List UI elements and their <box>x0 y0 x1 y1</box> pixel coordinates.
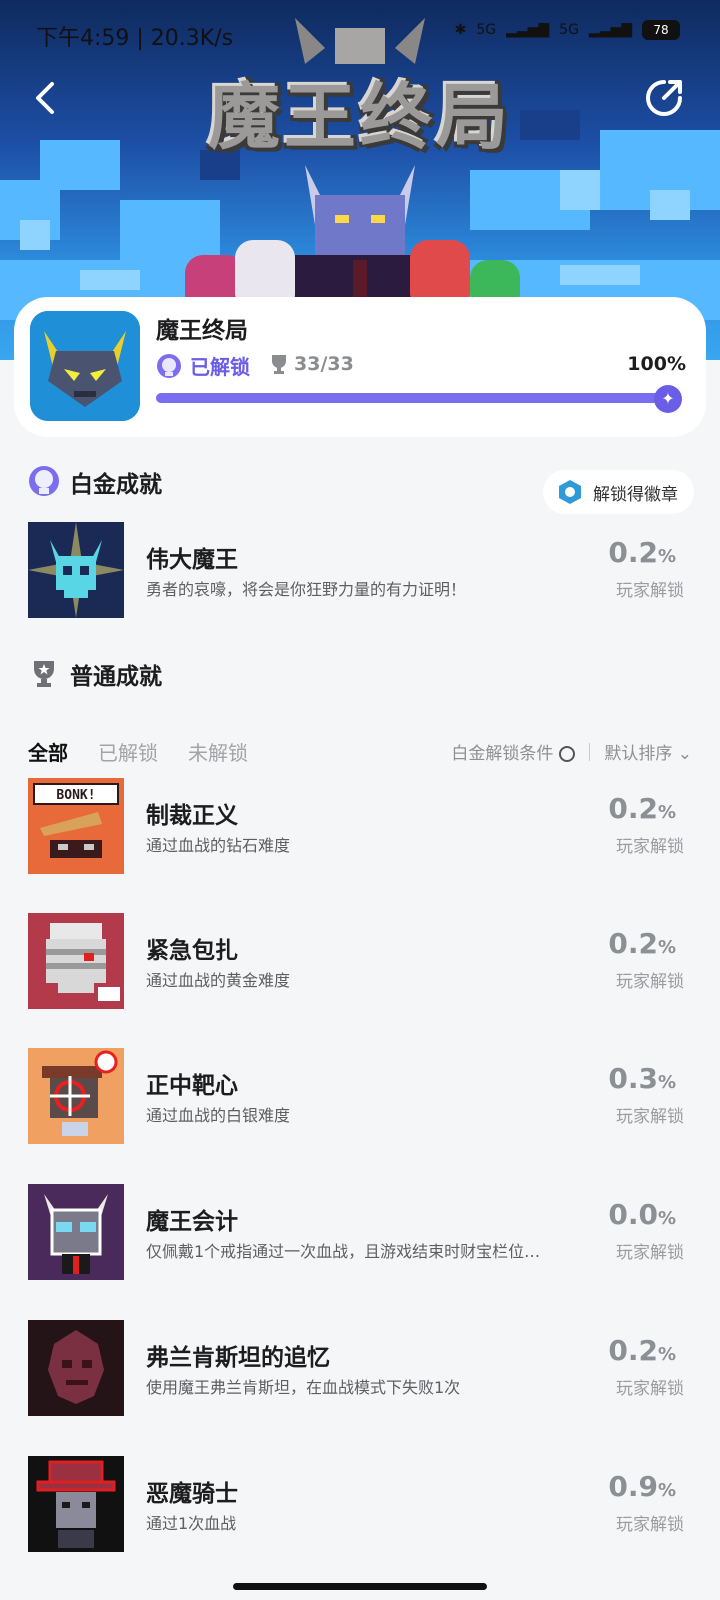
unlock-badge-button[interactable]: 解锁得徽章 <box>543 470 694 514</box>
status-time: 下午4:59 | 20.3K/s <box>36 26 234 51</box>
unlock-status: 已解锁 <box>156 351 250 380</box>
achievement-row[interactable]: 紧急包扎 通过血战的黄金难度 0.2% 玩家解锁 <box>0 913 720 1013</box>
trophy-count: 33/33 <box>270 353 354 375</box>
bluetooth-icon: ✱ <box>454 22 467 38</box>
battery-icon: 78 <box>642 20 680 40</box>
signal-icon: 5G <box>476 22 497 38</box>
signal-bars-icon-2: ▂▃▅▇ <box>588 22 632 38</box>
achievement-percent-label: 玩家解锁 <box>616 1107 684 1127</box>
trophy-count-text: 33/33 <box>294 353 354 375</box>
sparkle-icon: ✦ <box>654 385 682 413</box>
back-button[interactable] <box>28 76 68 120</box>
achievement-title: 弗兰肯斯坦的追忆 <box>146 1345 330 1371</box>
achievement-thumb: BONK! <box>28 778 124 874</box>
achievement-percent: 0.3% <box>608 1062 676 1095</box>
achievement-thumb <box>28 1456 124 1552</box>
bandaged-mummy-icon <box>28 913 124 1009</box>
demon-mask-icon <box>30 311 140 421</box>
chevron-left-icon <box>36 82 54 114</box>
chevron-down-icon: ⌄ <box>677 744 692 764</box>
hero-logo-text: 魔王终局 <box>207 75 512 159</box>
progress-fill <box>156 393 670 403</box>
achievement-desc: 通过血战的钻石难度 <box>146 836 291 855</box>
bullseye-icon <box>28 1048 124 1144</box>
achievement-title: 紧急包扎 <box>146 938 238 964</box>
platinum-trophy-icon <box>29 466 59 496</box>
achievement-desc: 通过血战的黄金难度 <box>146 971 291 990</box>
sort-dropdown[interactable]: 默认排序 ⌄ <box>604 739 692 764</box>
platinum-section-title: 白金成就 <box>70 472 162 498</box>
tab-unlocked[interactable]: 已解锁 <box>98 737 158 766</box>
achievement-percent: 0.9% <box>608 1470 676 1503</box>
status-bar: 下午4:59 | 20.3K/s ✱ 5G ▂▃▅▇ 5G ▂▃▅▇ 78 <box>0 14 720 54</box>
progress-bar <box>156 393 670 403</box>
achievement-thumb <box>28 1048 124 1144</box>
achievement-row[interactable]: 魔王会计 仅佩戴1个戒指通过一次血战，且游戏结束时财宝栏位… 0.0% 玩家解锁 <box>0 1184 720 1284</box>
achievement-thumb <box>28 913 124 1009</box>
achievement-desc: 通过1次血战 <box>146 1514 237 1533</box>
share-button[interactable] <box>642 76 686 120</box>
achievement-percent: 0.2% <box>608 792 676 825</box>
divider <box>589 742 591 761</box>
achievement-percent-label: 玩家解锁 <box>616 837 684 857</box>
achievement-thumb <box>28 1184 124 1280</box>
achievement-desc: 使用魔王弗兰肯斯坦，在血战模式下失败1次 <box>146 1378 461 1397</box>
achievement-title: 魔王会计 <box>146 1209 238 1235</box>
game-summary-card: 魔王终局 已解锁 33/33 100% ✦ <box>14 297 706 437</box>
bonk-hammer-icon: BONK! <box>28 778 124 874</box>
achievement-desc: 仅佩戴1个戒指通过一次血战，且游戏结束时财宝栏位… <box>146 1242 541 1261</box>
achievement-thumb <box>28 1320 124 1416</box>
tab-locked[interactable]: 未解锁 <box>188 737 248 766</box>
home-indicator[interactable] <box>233 1583 487 1590</box>
signal-icon-2: 5G <box>559 22 579 38</box>
completion-percent: 100% <box>627 353 686 375</box>
badge-icon <box>559 480 581 504</box>
unlocked-label: 已解锁 <box>190 355 250 379</box>
trophy-icon <box>272 355 286 374</box>
tab-all[interactable]: 全部 <box>28 737 68 766</box>
achievement-percent-label: 玩家解锁 <box>616 1243 684 1263</box>
achievement-title: 正中靶心 <box>146 1073 238 1099</box>
game-title: 魔王终局 <box>156 318 248 344</box>
achievement-percent: 0.2% <box>608 927 676 960</box>
radio-icon <box>559 746 576 762</box>
achievement-percent-label: 玩家解锁 <box>616 581 684 601</box>
signal-bars-icon: ▂▃▅▇ <box>506 22 550 38</box>
bonk-text: BONK! <box>56 788 95 803</box>
game-icon[interactable] <box>30 311 140 421</box>
achievement-title: 伟大魔王 <box>146 547 238 573</box>
achievement-row[interactable]: 恶魔骑士 通过1次血战 0.9% 玩家解锁 <box>0 1456 720 1556</box>
frankenstein-icon <box>28 1320 124 1416</box>
achievement-percent-label: 玩家解锁 <box>616 1515 684 1535</box>
filter-options: 白金解锁条件 默认排序 ⌄ <box>451 739 692 764</box>
achievement-percent: 0.2% <box>608 536 676 569</box>
unlock-badge-label: 解锁得徽章 <box>593 484 678 505</box>
filter-tabs: 全部 已解锁 未解锁 <box>28 737 248 766</box>
achievement-percent-label: 玩家解锁 <box>616 1379 684 1399</box>
achievement-percent-label: 玩家解锁 <box>616 972 684 992</box>
achievement-percent: 0.0% <box>608 1198 676 1231</box>
achievement-platinum[interactable]: 伟大魔王 勇者的哀嚎，将会是你狂野力量的有力证明！ 0.2% 玩家解锁 <box>0 522 720 622</box>
normal-section-header: 普通成就 <box>28 657 162 691</box>
achievement-row[interactable]: BONK! 制裁正义 通过血战的钻石难度 0.2% 玩家解锁 <box>0 778 720 878</box>
platinum-trophy-icon <box>157 353 181 378</box>
trophy-icon <box>34 661 54 687</box>
share-icon <box>646 80 682 116</box>
platinum-section-header: 白金成就 <box>28 465 162 499</box>
achievement-title: 制裁正义 <box>146 803 238 829</box>
demon-accountant-icon <box>28 1184 124 1280</box>
achievement-desc: 通过血战的白银难度 <box>146 1106 291 1125</box>
platinum-condition-toggle[interactable]: 白金解锁条件 <box>451 739 576 764</box>
normal-section-title: 普通成就 <box>70 664 162 690</box>
achievement-percent: 0.2% <box>608 1334 676 1367</box>
achievement-thumb <box>28 522 124 618</box>
skull-crown-icon <box>28 522 124 618</box>
demon-knight-icon <box>28 1456 124 1552</box>
achievement-row[interactable]: 弗兰肯斯坦的追忆 使用魔王弗兰肯斯坦，在血战模式下失败1次 0.2% 玩家解锁 <box>0 1320 720 1420</box>
achievement-row[interactable]: 正中靶心 通过血战的白银难度 0.3% 玩家解锁 <box>0 1048 720 1148</box>
achievement-desc: 勇者的哀嚎，将会是你狂野力量的有力证明！ <box>146 580 467 599</box>
achievement-title: 恶魔骑士 <box>146 1481 238 1507</box>
